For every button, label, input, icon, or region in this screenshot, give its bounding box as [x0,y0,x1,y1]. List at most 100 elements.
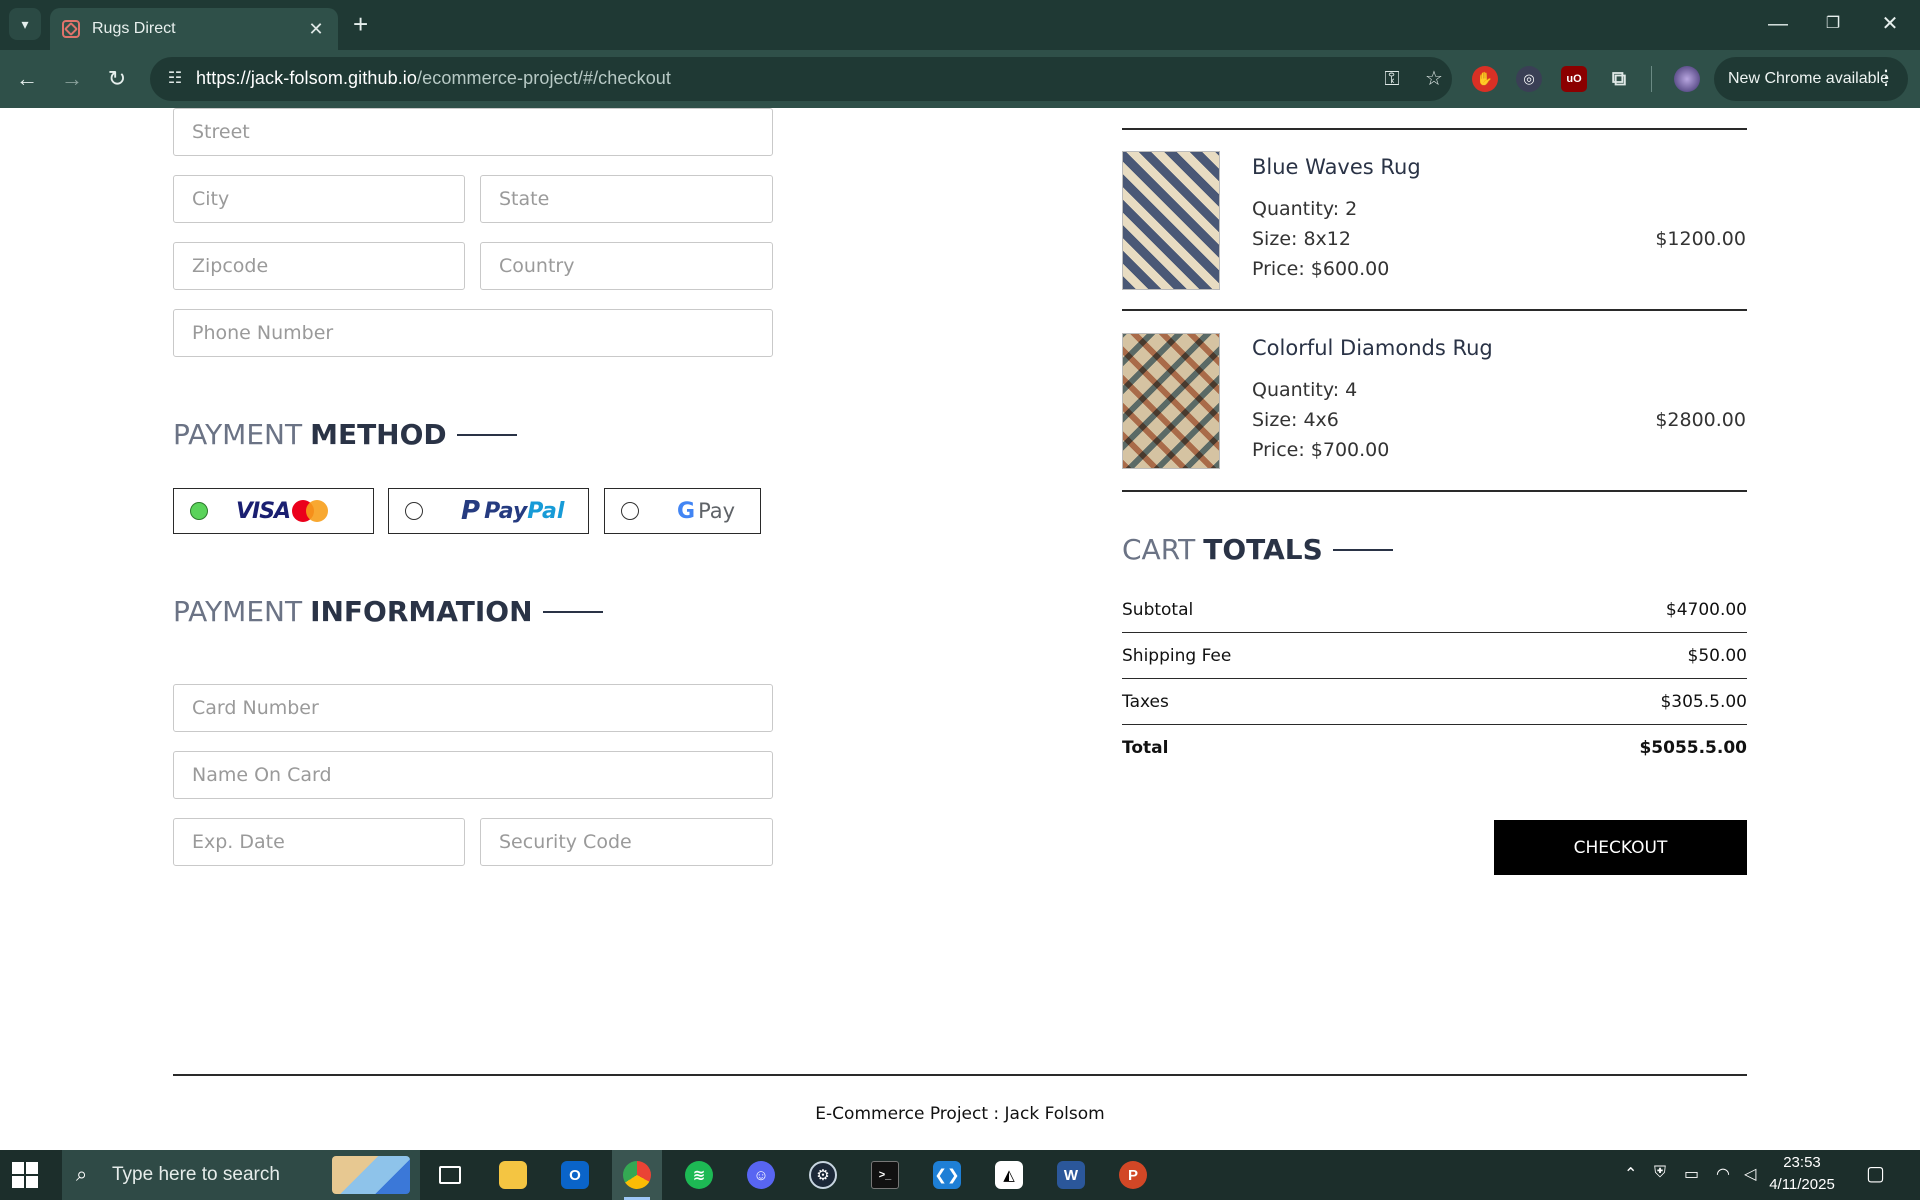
extension-glasses-icon[interactable]: ◎ [1516,66,1542,92]
tray-chevron-up-icon[interactable]: ⌃ [1624,1164,1637,1184]
payment-option-google-pay[interactable]: G Pay [604,488,761,534]
paypal-logo: PayPal [484,498,565,524]
windows-start-icon[interactable] [12,1162,38,1188]
powerpoint-icon[interactable]: P [1108,1150,1158,1200]
vscode-icon[interactable]: ❮❯ [922,1150,972,1200]
taskbar-search-box[interactable]: ⌕ Type here to search [62,1150,420,1200]
cart-divider [1122,490,1747,492]
notifications-icon[interactable]: ▢ [1866,1161,1885,1186]
checkout-button[interactable]: CHECKOUT [1494,820,1747,875]
subtotal-row: Subtotal $4700.00 [1122,600,1747,620]
task-view-icon[interactable] [425,1150,475,1200]
new-chrome-available-button[interactable]: New Chrome available ⋮ [1714,57,1908,101]
discord-icon[interactable]: ☺ [736,1150,786,1200]
new-tab-plus-icon[interactable]: + [353,10,368,38]
heading-rule [456,433,517,436]
zipcode-input[interactable] [173,242,465,290]
product-line-total: $1200.00 [1655,228,1746,250]
site-favicon-icon [62,20,80,38]
mastercard-logo-icon [292,500,329,522]
footer-divider [173,1074,1747,1076]
taxes-row: Taxes $305.5.00 [1122,692,1747,712]
payment-option-visa-mastercard[interactable]: VISA [173,488,374,534]
product-quantity: Quantity: 2 [1252,198,1358,220]
profile-avatar[interactable] [1674,66,1700,92]
visa-logo: VISA [236,498,291,524]
spotify-icon[interactable]: ≋ [674,1150,724,1200]
toolbar-separator [1651,66,1652,92]
country-input[interactable] [480,242,773,290]
payment-information-heading: PAYMENT INFORMATION [173,595,603,628]
paypal-p-icon: P [461,496,481,526]
security-code-input[interactable] [480,818,773,866]
clock-date: 4/11/2025 [1769,1176,1835,1193]
radio-unselected[interactable] [621,502,639,520]
forward-arrow-icon[interactable]: → [55,62,89,96]
tab-close-icon[interactable]: ✕ [306,19,326,40]
tray-battery-icon[interactable]: ▭ [1684,1164,1699,1184]
search-placeholder: Type here to search [112,1164,280,1185]
extensions-puzzle-icon[interactable]: ⧉ [1606,66,1632,92]
back-arrow-icon[interactable]: ← [10,62,44,96]
product-size: Size: 8x12 [1252,228,1351,250]
city-input[interactable] [173,175,465,223]
search-icon: ⌕ [76,1163,88,1186]
url-text[interactable]: https://jack-folsom.github.io/ecommerce-… [196,68,671,89]
product-size: Size: 4x6 [1252,409,1339,431]
payment-method-heading: PAYMENT METHOD [173,418,517,451]
password-key-icon[interactable]: ⚿ [1380,67,1404,91]
word-icon[interactable]: W [1046,1150,1096,1200]
steam-icon[interactable]: ⚙ [798,1150,848,1200]
tray-security-icon[interactable]: ⛨ [1654,1164,1666,1182]
tab-title: Rugs Direct [92,20,176,37]
product-line-total: $2800.00 [1655,409,1746,431]
colorful-diamonds-rug-image [1122,333,1220,469]
product-price: Price: $600.00 [1252,258,1390,280]
exp-date-input[interactable] [173,818,465,866]
extension-stop-hand-icon[interactable]: ✋ [1472,66,1498,92]
file-explorer-icon[interactable] [488,1150,538,1200]
footer-credit: E-Commerce Project : Jack Folsom [815,1104,1105,1124]
name-on-card-input[interactable] [173,751,773,799]
phone-number-input[interactable] [173,309,773,357]
bookmark-star-icon[interactable]: ☆ [1422,67,1446,91]
tray-network-icon[interactable]: ◠ [1716,1164,1730,1184]
taskbar-clock[interactable]: 23:53 4/11/2025 [1762,1152,1842,1196]
clock-time: 23:53 [1783,1154,1821,1171]
total-row: Total $5055.5.00 [1122,738,1747,758]
minimize-icon[interactable]: — [1758,6,1798,42]
google-pay-label: Pay [698,499,736,523]
state-input[interactable] [480,175,773,223]
heading-rule [1332,548,1393,551]
card-number-input[interactable] [173,684,773,732]
cart-totals-heading: CART TOTALS [1122,533,1393,566]
google-g-icon: G [677,498,696,524]
product-name: Blue Waves Rug [1252,155,1421,179]
site-info-icon[interactable]: ☷ [164,68,186,90]
address-bar[interactable]: ☷ https://jack-folsom.github.io/ecommerc… [150,57,1452,101]
street-input[interactable] [173,108,773,156]
tray-volume-icon[interactable]: ◁ [1744,1164,1756,1184]
payment-option-paypal[interactable]: P PayPal [388,488,589,534]
chrome-menu-icon[interactable]: ⋮ [1876,67,1896,89]
cart-divider [1122,309,1747,311]
restore-icon[interactable]: ❐ [1813,6,1853,42]
browser-toolbar: ← → ↻ ☷ https://jack-folsom.github.io/ec… [0,50,1920,108]
product-quantity: Quantity: 4 [1252,379,1358,401]
radio-unselected[interactable] [405,502,423,520]
blue-waves-rug-image [1122,151,1220,290]
outlook-icon[interactable]: O [550,1150,600,1200]
extension-ublock-icon[interactable]: uO [1561,66,1587,92]
reload-icon[interactable]: ↻ [100,62,134,96]
radio-selected[interactable] [190,502,208,520]
chrome-icon[interactable] [612,1150,662,1200]
search-highlight-illustration [332,1156,410,1194]
tab-search-chevron-icon[interactable]: ▾ [9,8,41,40]
terminal-icon[interactable]: >_ [860,1150,910,1200]
cart-divider [1122,128,1747,130]
product-name: Colorful Diamonds Rug [1252,336,1493,360]
window-close-icon[interactable]: ✕ [1870,6,1910,42]
inkscape-icon[interactable]: ◭ [984,1150,1034,1200]
new-chrome-label: New Chrome available [1728,70,1889,87]
browser-tab[interactable]: Rugs Direct ✕ [50,8,338,50]
